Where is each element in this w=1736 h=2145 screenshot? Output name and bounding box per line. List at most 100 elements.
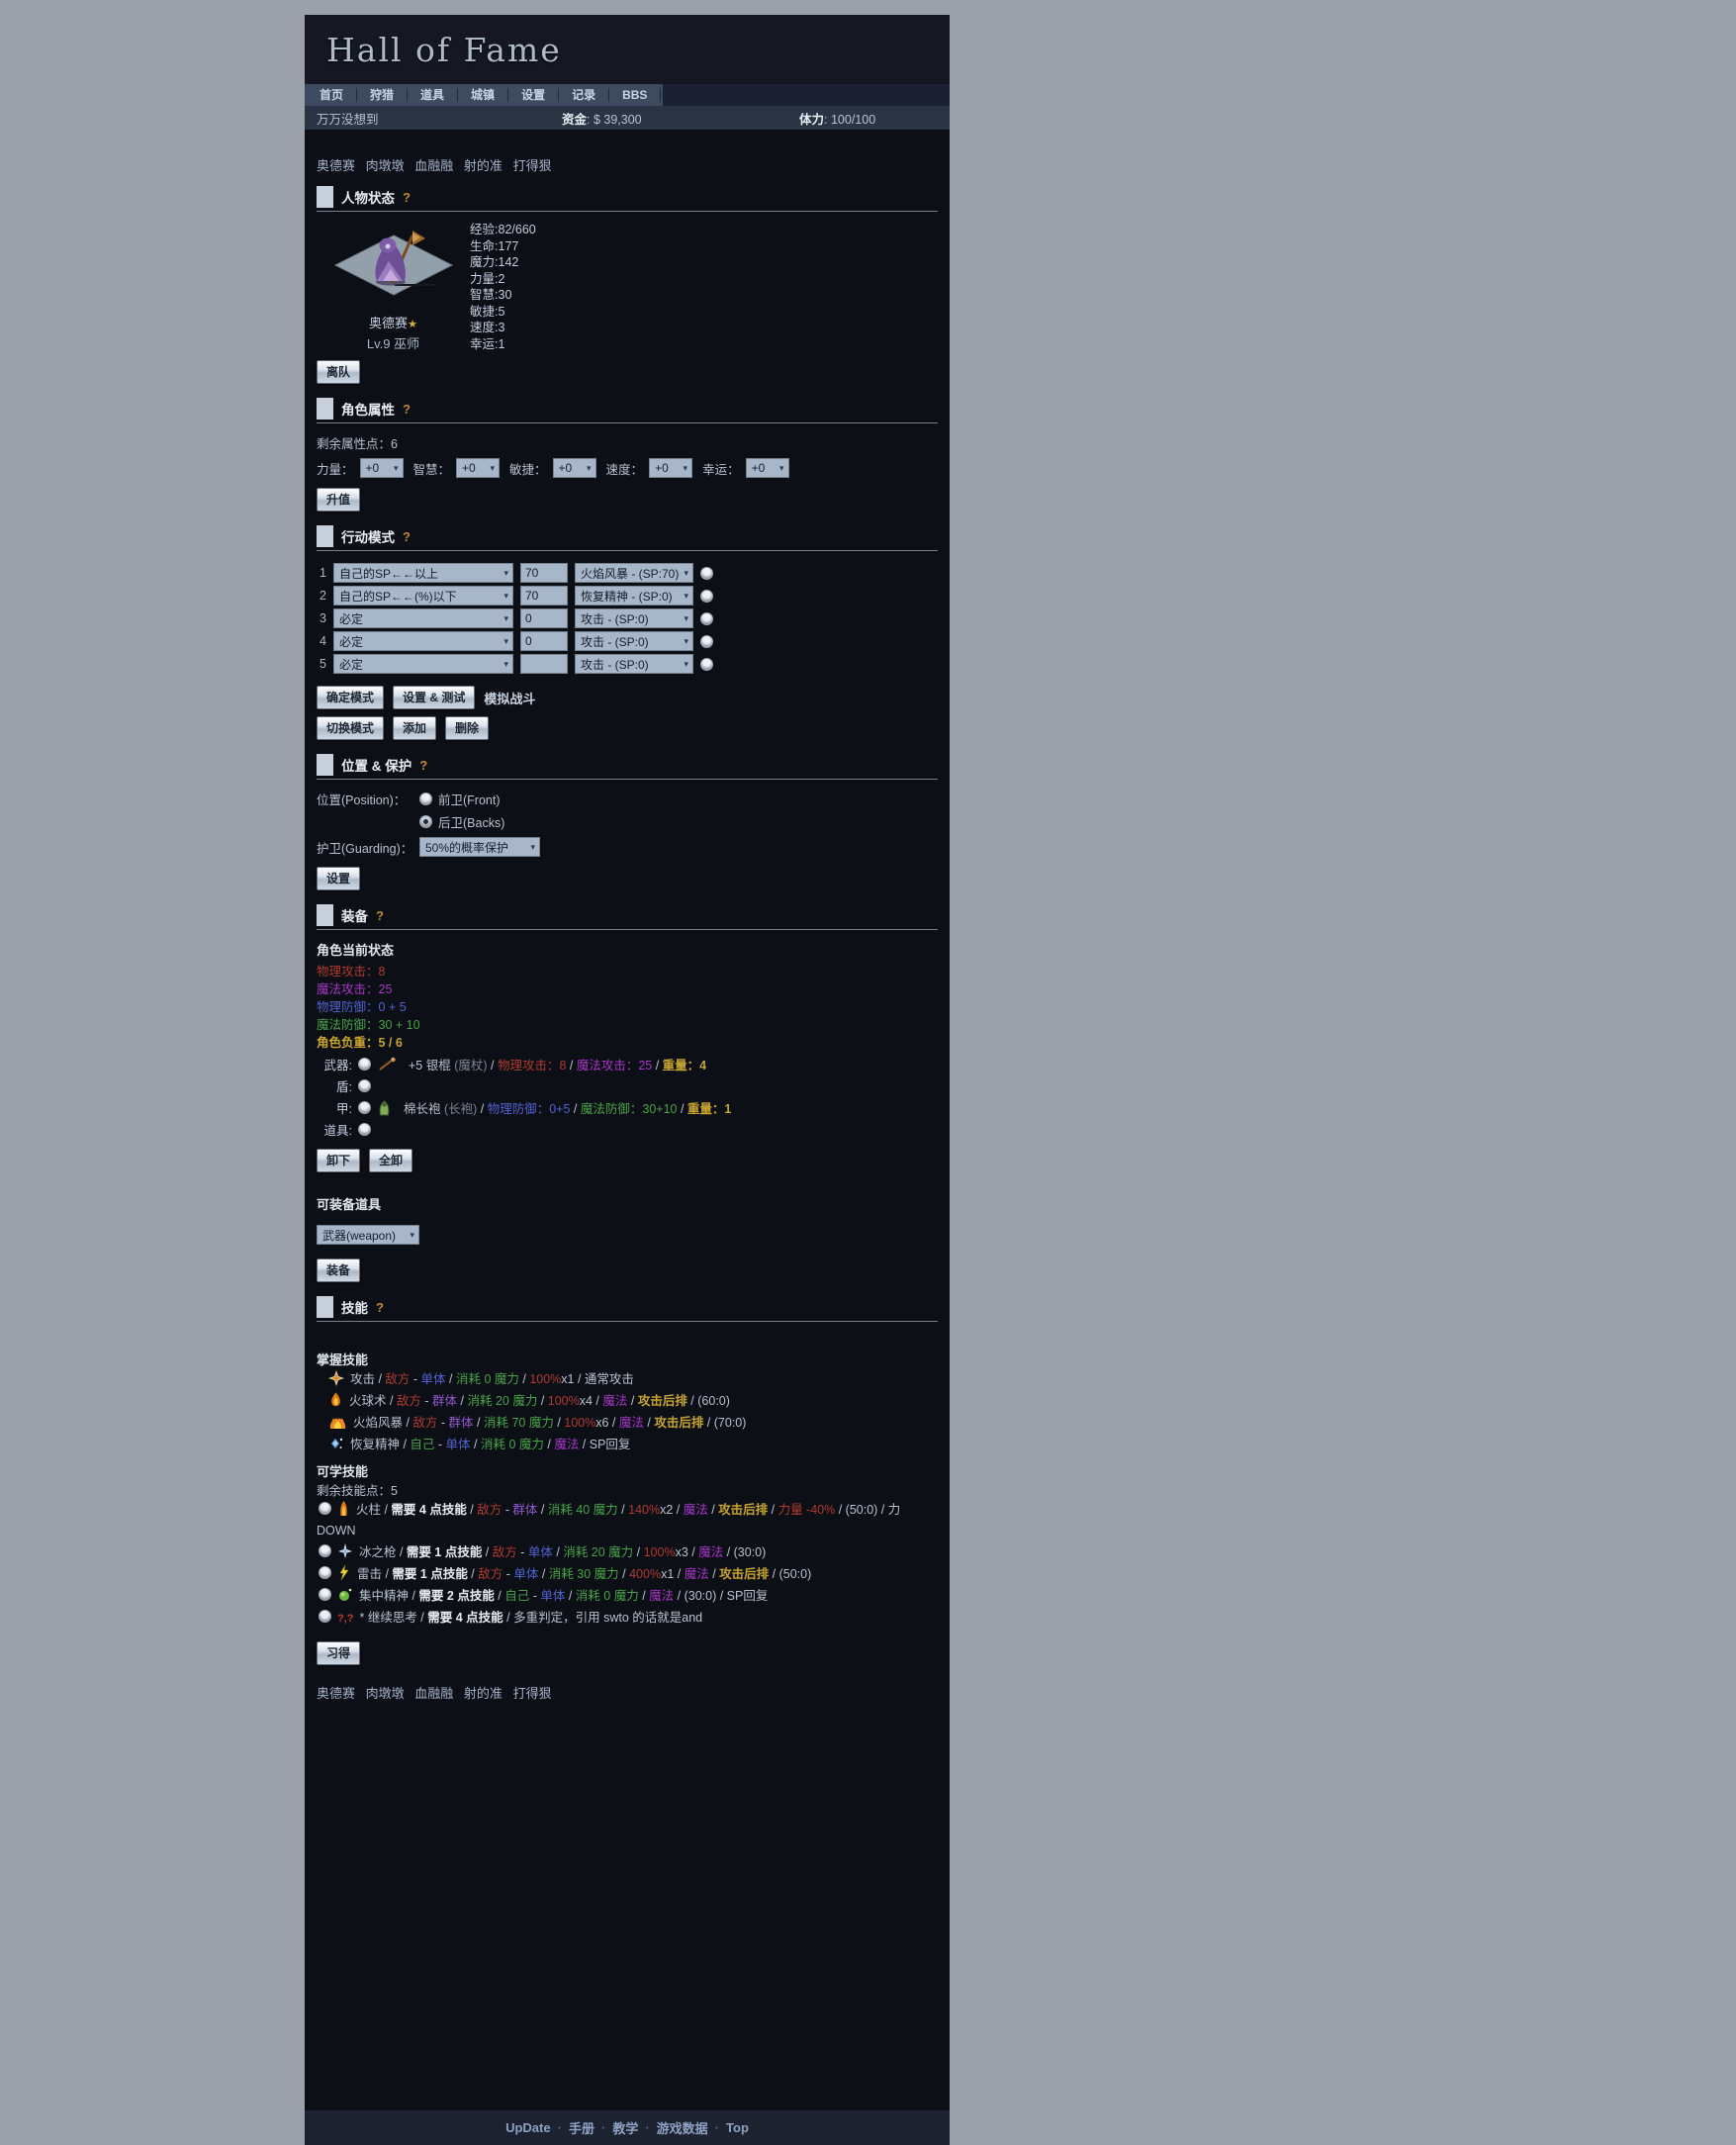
nav-bbs[interactable]: BBS [609,84,660,106]
shield-radio[interactable] [358,1079,371,1092]
delete-button[interactable]: 删除 [445,716,489,740]
character-name-text: 奥德赛 [369,316,408,330]
page-background: Hall of Fame 首页 狩猎 道具 城镇 设置 记录 BBS 万万没想到… [0,0,1736,2145]
luck-select[interactable]: +0▾ [746,458,789,478]
condition-select[interactable]: 自己的SP←←以上▾ [333,563,513,583]
learnable-skill-ice-spear: 冰之枪 / 需要 1 点技能 / 敌方 - 单体 / 消耗 20 魔力 / 10… [317,1542,938,1563]
action-select[interactable]: 攻击 - (SP:0)▾ [575,631,693,651]
help-link[interactable]: ? [403,402,411,417]
row-radio[interactable] [700,635,713,648]
skill-radio[interactable] [319,1566,331,1579]
help-link[interactable]: ? [403,190,411,205]
section-title: 角色属性 [341,399,395,419]
condition-select[interactable]: 必定▾ [333,608,513,628]
leave-party-button[interactable]: 离队 [317,360,360,384]
strength-select[interactable]: +0▾ [360,458,404,478]
member-link[interactable]: 打得狠 [513,1686,552,1701]
simulate-battle-link[interactable]: 模拟战斗 [484,689,535,707]
threshold-input[interactable] [520,631,568,651]
row-radio[interactable] [700,567,713,580]
member-link[interactable]: 射的准 [464,1686,503,1701]
item-radio[interactable] [358,1123,371,1136]
position-options: 前卫(Front) 后卫(Backs) [419,790,504,831]
condition-select[interactable]: 必定▾ [333,631,513,651]
wisdom-select[interactable]: +0▾ [456,458,500,478]
section-header-equipment: 装备 ? [317,904,938,930]
attr-label: 速度： [606,459,644,478]
footer-tutorial-link[interactable]: 教学 [612,2118,638,2137]
member-link[interactable]: 射的准 [464,158,503,173]
member-link[interactable]: 奥德赛 [317,1686,355,1701]
nav-home[interactable]: 首页 [307,84,356,106]
member-link[interactable]: 血融融 [414,158,453,173]
equip-button[interactable]: 装备 [317,1259,360,1282]
confirm-mode-button[interactable]: 确定模式 [317,686,384,709]
front-radio[interactable] [419,793,432,805]
guarding-select[interactable]: 50%的概率保护▾ [419,837,540,857]
action-select[interactable]: 火焰风暴 - (SP:70)▾ [575,563,693,583]
learn-button[interactable]: 习得 [317,1641,360,1665]
row-radio[interactable] [700,612,713,625]
upgrade-button[interactable]: 升值 [317,488,360,512]
back-radio[interactable] [419,815,432,828]
nav-records[interactable]: 记录 [559,84,608,106]
member-link[interactable]: 打得狠 [513,158,552,173]
footer-update-link[interactable]: UpDate [505,2120,551,2135]
threshold-input[interactable] [520,563,568,583]
stat-row: 生命:177 [470,238,938,255]
skill-radio[interactable] [319,1544,331,1557]
help-link[interactable]: ? [419,758,427,773]
skill-restore-spirit: 恢复精神 / 自己 - 单体 / 消耗 0 魔力 / 魔法 / SP回复 [317,1435,938,1455]
game-window: Hall of Fame 首页 狩猎 道具 城镇 设置 记录 BBS 万万没想到… [305,15,950,2145]
skill-radio[interactable] [319,1502,331,1515]
weapon-radio[interactable] [358,1058,371,1071]
threshold-input[interactable] [520,654,568,674]
set-position-button[interactable]: 设置 [317,867,360,890]
threshold-input[interactable] [520,608,568,628]
equip-category-select[interactable]: 武器(weapon)▾ [317,1225,419,1245]
armor-radio[interactable] [358,1101,371,1114]
set-and-test-button[interactable]: 设置 & 测试 [393,686,475,709]
agility-select[interactable]: +0▾ [553,458,596,478]
condition-select[interactable]: 自己的SP←←(%)以下▾ [333,586,513,606]
action-select[interactable]: 恢复精神 - (SP:0)▾ [575,586,693,606]
condition-select[interactable]: 必定▾ [333,654,513,674]
member-link[interactable]: 肉墩墩 [366,1686,405,1701]
character-name: 奥德赛★ [369,313,417,331]
action-select[interactable]: 攻击 - (SP:0)▾ [575,654,693,674]
row-radio[interactable] [700,658,713,671]
stat-row: 幸运:1 [470,336,938,353]
action-select[interactable]: 攻击 - (SP:0)▾ [575,608,693,628]
header: Hall of Fame [305,15,950,84]
unequip-button[interactable]: 卸下 [317,1149,360,1172]
nav-items-page[interactable]: 道具 [408,84,457,106]
member-link[interactable]: 肉墩墩 [366,158,405,173]
nav-hunt[interactable]: 狩猎 [357,84,407,106]
help-link[interactable]: ? [376,1300,384,1315]
footer-gamedata-link[interactable]: 游戏数据 [657,2118,708,2137]
add-button[interactable]: 添加 [393,716,436,740]
help-link[interactable]: ? [376,908,384,923]
skill-text: 冰之枪 / 需要 1 点技能 / 敌方 - 单体 / 消耗 20 魔力 / 10… [359,1545,766,1559]
member-link[interactable]: 血融融 [414,1686,453,1701]
switch-mode-button[interactable]: 切换模式 [317,716,384,740]
footer-manual-link[interactable]: 手册 [569,2118,594,2137]
threshold-input[interactable] [520,586,568,606]
skill-fireball: 火球术 / 敌方 - 群体 / 消耗 20 魔力 / 100%x4 / 魔法 /… [317,1391,938,1412]
question-marks-icon: ?,? [337,1613,354,1625]
nav-town[interactable]: 城镇 [458,84,507,106]
speed-select[interactable]: +0▾ [649,458,692,478]
nav-settings[interactable]: 设置 [508,84,558,106]
stat-row: 敏捷:5 [470,304,938,321]
footer-top-link[interactable]: Top [726,2120,749,2135]
chevron-down-icon: ▾ [503,659,508,670]
unequip-all-button[interactable]: 全卸 [369,1149,412,1172]
help-link[interactable]: ? [403,529,411,544]
skill-radio[interactable] [319,1588,331,1601]
position-option-back[interactable]: 后卫(Backs) [419,812,504,831]
row-radio[interactable] [700,590,713,603]
skill-text: 雷击 / 需要 1 点技能 / 敌方 - 单体 / 消耗 30 魔力 / 400… [357,1567,811,1581]
skill-radio[interactable] [319,1610,331,1623]
member-link[interactable]: 奥德赛 [317,158,355,173]
position-option-front[interactable]: 前卫(Front) [419,790,504,808]
